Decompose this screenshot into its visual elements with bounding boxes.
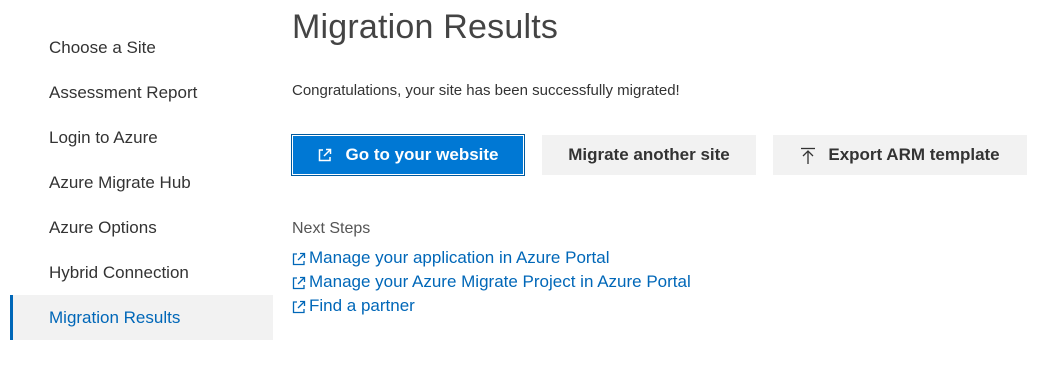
- migrate-another-site-button[interactable]: Migrate another site: [542, 135, 756, 175]
- sidebar-item-choose-a-site[interactable]: Choose a Site: [0, 25, 273, 70]
- sidebar-item-hybrid-connection[interactable]: Hybrid Connection: [0, 250, 273, 295]
- manage-application-label: Manage your application in Azure Portal: [309, 248, 610, 267]
- sidebar-item-login-to-azure[interactable]: Login to Azure: [0, 115, 273, 160]
- sidebar-item-azure-options[interactable]: Azure Options: [0, 205, 273, 250]
- external-link-icon: [317, 147, 333, 163]
- next-steps-heading: Next Steps: [292, 220, 371, 237]
- sidebar-item-assessment-report[interactable]: Assessment Report: [0, 70, 273, 115]
- manage-migrate-project-link[interactable]: Manage your Azure Migrate Project in Azu…: [292, 270, 691, 294]
- manage-migrate-project-label: Manage your Azure Migrate Project in Azu…: [309, 272, 691, 291]
- external-link-icon: [292, 299, 306, 314]
- go-to-website-label: Go to your website: [345, 145, 499, 164]
- external-link-icon: [292, 251, 306, 266]
- external-link-icon: [292, 275, 306, 290]
- sidebar-item-migration-results[interactable]: Migration Results: [10, 295, 273, 340]
- success-message: Congratulations, your site has been succ…: [292, 82, 680, 99]
- sidebar-nav: Choose a Site Assessment Report Login to…: [0, 25, 273, 340]
- upload-arrow-icon: [800, 147, 816, 164]
- export-arm-template-button[interactable]: Export ARM template: [773, 135, 1027, 175]
- sidebar-item-azure-migrate-hub[interactable]: Azure Migrate Hub: [0, 160, 273, 205]
- go-to-website-button[interactable]: Go to your website: [291, 134, 525, 176]
- next-steps-links: Manage your application in Azure Portal …: [292, 246, 691, 318]
- page-title: Migration Results: [292, 8, 559, 46]
- manage-application-link[interactable]: Manage your application in Azure Portal: [292, 246, 691, 270]
- find-a-partner-label: Find a partner: [309, 296, 415, 315]
- find-a-partner-link[interactable]: Find a partner: [292, 294, 691, 318]
- export-arm-template-label: Export ARM template: [828, 145, 1000, 164]
- migrate-another-site-label: Migrate another site: [568, 145, 730, 164]
